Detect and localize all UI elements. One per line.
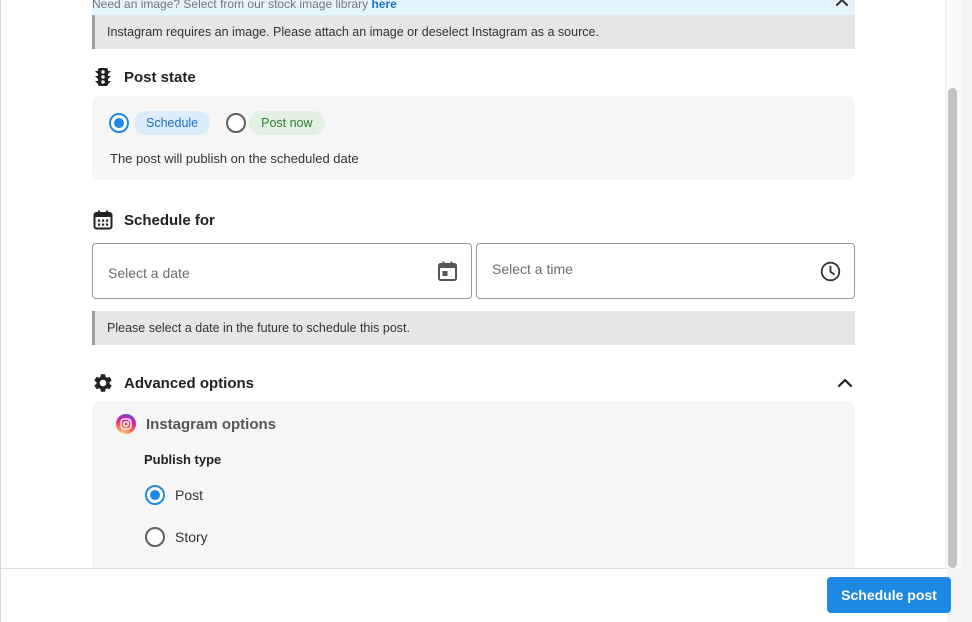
- publish-type-story-label[interactable]: Story: [175, 529, 208, 545]
- post-state-card: Schedule Post now The post will publish …: [92, 96, 855, 180]
- schedule-date-notice: Please select a date in the future to sc…: [92, 311, 855, 345]
- clock-icon[interactable]: [820, 261, 841, 287]
- schedule-title: Schedule for: [124, 211, 215, 229]
- calendar-icon: [92, 209, 114, 231]
- post-now-chip[interactable]: Post now: [249, 111, 325, 135]
- publish-type-label: Publish type: [144, 452, 222, 467]
- instagram-image-notice: Instagram requires an image. Please atta…: [92, 15, 855, 49]
- instagram-options-title: Instagram options: [146, 415, 277, 433]
- schedule-radio[interactable]: [109, 113, 129, 133]
- stock-image-link[interactable]: here: [371, 0, 396, 11]
- date-input[interactable]: [108, 246, 408, 300]
- advanced-options-title: Advanced options: [124, 374, 255, 392]
- scrollbar-thumb[interactable]: [948, 88, 957, 568]
- instagram-image-notice-text: Instagram requires an image. Please atta…: [107, 25, 599, 39]
- publish-type-post-option[interactable]: Post: [145, 485, 203, 505]
- schedule-header: Schedule for: [92, 209, 215, 231]
- post-editor-panel: Need an image? Select from our stock ima…: [0, 0, 961, 622]
- instagram-icon: [116, 414, 136, 434]
- calendar-picker-icon[interactable]: [438, 261, 457, 286]
- schedule-date-notice-text: Please select a date in the future to sc…: [107, 321, 410, 335]
- scroll-content: Need an image? Select from our stock ima…: [1, 0, 945, 568]
- gear-icon: [92, 372, 114, 394]
- post-state-title: Post state: [124, 68, 196, 86]
- publish-type-post-label[interactable]: Post: [175, 487, 203, 503]
- traffic-light-icon: [92, 66, 114, 88]
- time-field[interactable]: [476, 242, 855, 299]
- publish-type-post-radio[interactable]: [145, 485, 165, 505]
- stock-image-text: Need an image? Select from our stock ima…: [92, 0, 372, 11]
- post-state-header: Post state: [92, 66, 196, 88]
- footer-bar: [1, 568, 947, 622]
- schedule-chip[interactable]: Schedule: [134, 111, 211, 135]
- close-icon[interactable]: [835, 0, 849, 11]
- post-state-description: The post will publish on the scheduled d…: [110, 151, 359, 166]
- instagram-options-header: Instagram options: [116, 414, 276, 434]
- time-input[interactable]: [492, 242, 792, 296]
- publish-type-story-option[interactable]: Story: [145, 527, 208, 547]
- instagram-options-card: Instagram options Publish type Post Stor…: [92, 401, 855, 568]
- stock-image-banner: Need an image? Select from our stock ima…: [92, 0, 855, 15]
- advanced-options-header[interactable]: Advanced options: [92, 372, 254, 394]
- schedule-post-button[interactable]: Schedule post: [827, 577, 951, 613]
- post-now-radio[interactable]: [226, 113, 247, 133]
- publish-type-story-radio[interactable]: [145, 527, 165, 547]
- schedule-option[interactable]: Schedule: [109, 111, 211, 135]
- chevron-up-icon[interactable]: [837, 376, 853, 394]
- date-field[interactable]: [92, 243, 472, 300]
- post-now-option[interactable]: Post now: [226, 111, 325, 135]
- post-state-options: Schedule Post now: [109, 111, 325, 135]
